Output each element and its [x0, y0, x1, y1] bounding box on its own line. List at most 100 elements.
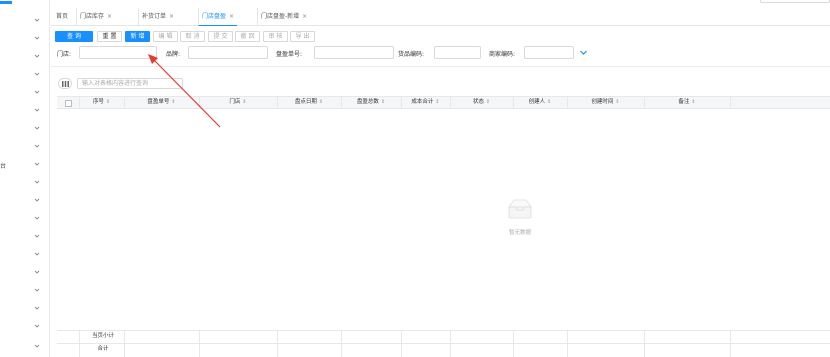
- sidebar: 台: [0, 0, 50, 357]
- close-icon[interactable]: ×: [302, 13, 307, 20]
- order-no-input[interactable]: [314, 46, 394, 59]
- page-subtotal-label: 当页小计: [91, 333, 114, 339]
- col-surplus-total[interactable]: 盘盈总数 ⇕: [341, 97, 401, 108]
- col-divider: [730, 330, 731, 357]
- chevron-down-icon: [33, 322, 41, 330]
- col-divider: [277, 97, 278, 109]
- close-icon[interactable]: ×: [169, 13, 174, 20]
- sidebar-item[interactable]: [0, 140, 50, 156]
- sidebar-item[interactable]: [0, 104, 50, 120]
- close-icon[interactable]: ×: [107, 13, 112, 20]
- sidebar-item[interactable]: [0, 122, 50, 138]
- total-label: 合计: [97, 346, 109, 352]
- expand-filters-icon[interactable]: [579, 48, 588, 57]
- column-settings-button[interactable]: [58, 78, 72, 89]
- chevron-down-icon: [33, 286, 41, 294]
- col-divider: [644, 330, 645, 357]
- sidebar-item[interactable]: [0, 248, 50, 264]
- chevron-down-icon: [33, 88, 41, 96]
- col-divider: [513, 97, 514, 109]
- chevron-down-icon: [33, 106, 41, 114]
- col-divider: [79, 330, 80, 357]
- col-divider: [341, 97, 342, 109]
- annotation-arrow-icon: [148, 54, 221, 128]
- add-button[interactable]: 新 增: [125, 31, 150, 42]
- col-create-time[interactable]: 创建时间 ⇕: [567, 97, 644, 108]
- chevron-down-icon: [33, 70, 41, 78]
- merchant-code-input[interactable]: [524, 46, 574, 59]
- export-button[interactable]: 导 出: [290, 31, 315, 42]
- sidebar-item-label: 台: [0, 163, 7, 170]
- sidebar-item[interactable]: [0, 86, 50, 102]
- columns-icon: [62, 81, 69, 87]
- sidebar-item[interactable]: [0, 32, 50, 48]
- col-divider: [567, 330, 568, 357]
- audit-button[interactable]: 审 核: [263, 31, 288, 42]
- edit-button[interactable]: 编 辑: [153, 31, 178, 42]
- reset-button[interactable]: 重 置: [97, 31, 122, 42]
- page-subtotal-row: 当页小计: [57, 330, 830, 342]
- col-seq[interactable]: 序号 ⇕: [79, 97, 124, 108]
- sidebar-item[interactable]: [0, 176, 50, 192]
- col-cost-total[interactable]: 成本合计 ⇕: [401, 97, 450, 108]
- sidebar-item[interactable]: [0, 212, 50, 228]
- col-divider: [79, 97, 80, 109]
- chevron-down-icon: [33, 52, 41, 60]
- col-divider: [450, 97, 451, 109]
- col-divider: [513, 330, 514, 357]
- tab-replenish-order[interactable]: 补货订单 ×: [138, 8, 177, 26]
- col-divider: [730, 97, 731, 109]
- sidebar-item[interactable]: [0, 230, 50, 246]
- tab-store-inventory[interactable]: 门店库存 ×: [76, 8, 115, 26]
- sidebar-item[interactable]: [0, 68, 50, 84]
- chevron-down-icon: [33, 34, 41, 42]
- empty-box-icon: [505, 198, 535, 220]
- goods-code-label: 货品编码:: [398, 51, 425, 58]
- chevron-down-icon: [33, 160, 41, 168]
- top-right-input[interactable]: [760, 0, 830, 3]
- sidebar-item[interactable]: [0, 194, 50, 210]
- tab-home[interactable]: 首页: [53, 8, 71, 26]
- sidebar-item[interactable]: [0, 14, 50, 30]
- sidebar-item[interactable]: [0, 266, 50, 282]
- revoke-button[interactable]: 撤 回: [235, 31, 260, 42]
- tab-store-surplus[interactable]: 门店盘盈 ×: [198, 8, 238, 26]
- chevron-down-icon: [33, 268, 41, 276]
- sidebar-item[interactable]: [0, 50, 50, 66]
- col-divider: [277, 330, 278, 357]
- chevron-down-icon: [33, 196, 41, 204]
- sidebar-item[interactable]: [0, 340, 50, 356]
- chevron-down-icon: [33, 124, 41, 132]
- query-button[interactable]: 查 询: [55, 31, 93, 42]
- col-divider: [124, 330, 125, 357]
- sidebar-item[interactable]: [0, 320, 50, 336]
- col-divider: [199, 330, 200, 357]
- submit-button[interactable]: 提 交: [208, 31, 233, 42]
- chevron-down-icon: [33, 178, 41, 186]
- chevron-down-icon: [33, 304, 41, 312]
- close-icon[interactable]: ×: [229, 13, 234, 20]
- col-remark[interactable]: 备注 ⇕: [644, 97, 730, 108]
- sidebar-item[interactable]: [0, 284, 50, 300]
- cancel-button[interactable]: 取 消: [180, 31, 205, 42]
- chevron-down-icon: [33, 16, 41, 24]
- store-label: 门店:: [57, 51, 72, 58]
- chevron-down-icon: [33, 214, 41, 222]
- col-divider: [644, 97, 645, 109]
- tab-store-surplus-new[interactable]: 门店盘盈-新增 ×: [257, 8, 310, 26]
- col-creator[interactable]: 创建人 ⇕: [513, 97, 567, 108]
- total-row: 合计: [57, 343, 830, 355]
- sidebar-item[interactable]: [0, 302, 50, 318]
- chevron-down-icon: [33, 250, 41, 258]
- col-divider: [450, 330, 451, 357]
- chevron-down-icon: [33, 342, 41, 350]
- col-divider: [341, 330, 342, 357]
- col-check-date[interactable]: 盘点日期 ⇕: [277, 97, 341, 108]
- select-all-checkbox[interactable]: [65, 100, 72, 107]
- sidebar-item[interactable]: 台: [0, 158, 50, 174]
- goods-code-input[interactable]: [434, 46, 481, 59]
- empty-text: 暂无数据: [508, 230, 531, 236]
- col-divider: [401, 330, 402, 357]
- col-divider: [401, 97, 402, 109]
- col-status[interactable]: 状态 ⇕: [450, 97, 513, 108]
